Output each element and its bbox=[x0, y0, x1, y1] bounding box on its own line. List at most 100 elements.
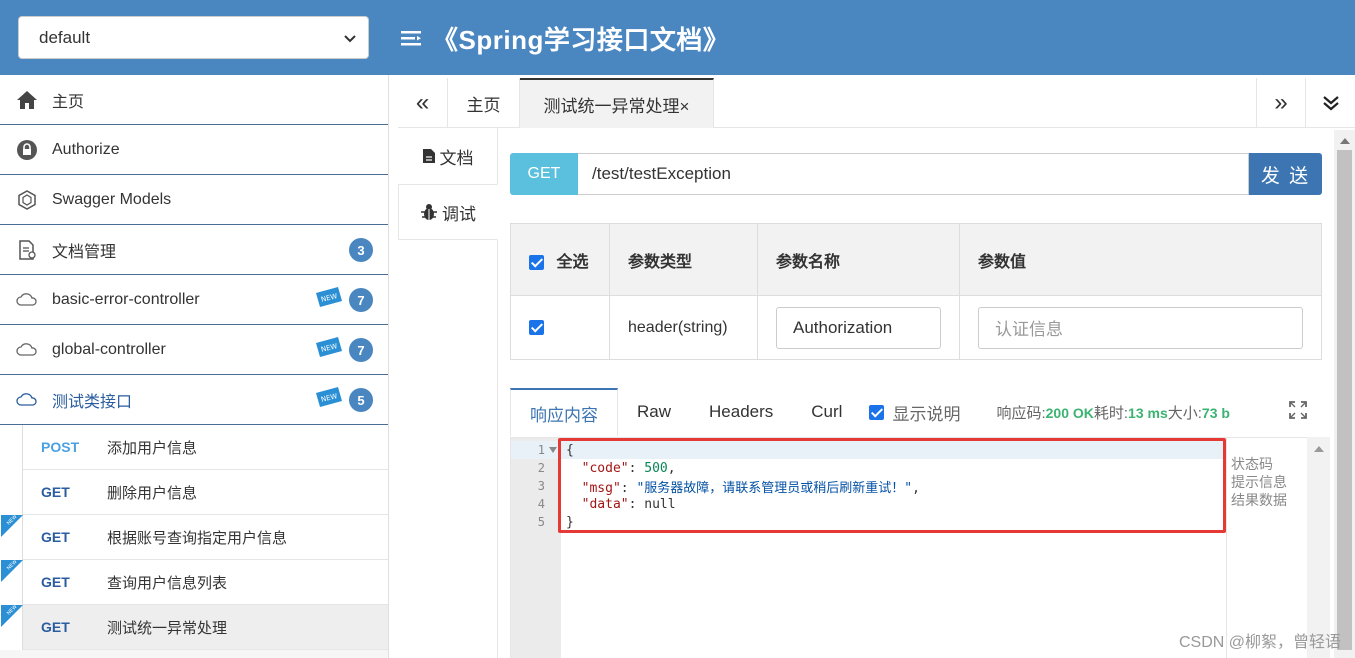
sidebar-item-basic-error-controller[interactable]: basic-error-controller NEW 7 bbox=[0, 275, 388, 325]
sidebar-item-label: Swagger Models bbox=[52, 190, 172, 208]
response-tabs: 响应内容 Raw Headers Curl 显示说明 响应码:200 OK耗时:… bbox=[510, 388, 1330, 436]
group-select[interactable]: default bbox=[18, 16, 369, 59]
watermark-text: CSDN @柳絮，曾轻语 bbox=[1178, 634, 1341, 651]
request-method-tag: GET bbox=[510, 153, 578, 195]
new-corner-icon: NEW bbox=[1, 515, 23, 537]
send-button[interactable]: 发 送 bbox=[1249, 153, 1322, 195]
endpoint-label: 根据账号查询指定用户信息 bbox=[107, 529, 288, 547]
endpoint-label: 添加用户信息 bbox=[107, 439, 198, 457]
param-type-header: 参数类型 bbox=[609, 223, 758, 296]
tab-headers[interactable]: Headers bbox=[690, 388, 792, 436]
new-tag-icon: NEW bbox=[316, 387, 342, 407]
lock-icon bbox=[16, 139, 38, 161]
show-description-checkbox[interactable] bbox=[869, 404, 885, 420]
vtab-debug[interactable]: 调试 bbox=[398, 184, 498, 240]
param-value-header: 参数值 bbox=[959, 223, 1322, 296]
endpoint-item-query-user-list[interactable]: NEW GET 查询用户信息列表 bbox=[1, 560, 388, 605]
vtab-doc[interactable]: 文档 bbox=[398, 128, 497, 184]
endpoint-item-delete-user[interactable]: GET 删除用户信息 bbox=[22, 470, 388, 515]
file-icon bbox=[422, 149, 435, 163]
vtab-label: 文档 bbox=[439, 148, 474, 168]
time-label: 耗时: bbox=[1093, 404, 1129, 422]
status-code-value: 200 OK bbox=[1045, 404, 1094, 421]
tab-curl[interactable]: Curl bbox=[792, 388, 861, 436]
new-tag-icon: NEW bbox=[316, 337, 342, 357]
line-number: 1 bbox=[537, 443, 545, 457]
line-number: 2 bbox=[537, 461, 545, 475]
endpoint-label: 查询用户信息列表 bbox=[107, 574, 228, 592]
double-chevron-down-icon bbox=[1322, 96, 1339, 111]
line-number: 4 bbox=[537, 497, 545, 511]
show-description-toggle[interactable]: 显示说明 bbox=[869, 400, 960, 425]
tab-home[interactable]: 主页 bbox=[448, 78, 520, 128]
double-chevron-left-icon: « bbox=[415, 89, 430, 116]
tab-response-content[interactable]: 响应内容 bbox=[510, 388, 618, 436]
select-all-header[interactable]: 全选 bbox=[510, 223, 610, 296]
status-code-label: 响应码: bbox=[996, 404, 1046, 422]
response-status: 响应码:200 OK耗时:13 ms大小:73 b bbox=[996, 402, 1229, 423]
tab-scroll-right-button[interactable]: » bbox=[1256, 78, 1305, 128]
sidebar-item-authorize[interactable]: Authorize bbox=[0, 125, 388, 175]
tab-more-button[interactable] bbox=[1305, 78, 1355, 128]
sidebar-item-label: 测试类接口 bbox=[52, 393, 133, 411]
tab-label: 主页 bbox=[466, 95, 501, 115]
tab-raw[interactable]: Raw bbox=[618, 388, 690, 436]
select-all-checkbox[interactable] bbox=[529, 254, 544, 270]
param-name-input[interactable]: Authorization bbox=[776, 306, 941, 349]
new-tag-icon: NEW bbox=[316, 287, 342, 307]
method-label: GET bbox=[41, 574, 70, 590]
page-scrollbar[interactable] bbox=[1334, 130, 1355, 658]
row-checkbox[interactable] bbox=[529, 319, 544, 335]
models-icon bbox=[16, 189, 38, 211]
sidebar-item-test-interfaces[interactable]: 测试类接口 NEW 5 bbox=[0, 375, 388, 425]
method-label: GET bbox=[41, 619, 70, 635]
api-cloud-icon bbox=[16, 289, 38, 311]
scroll-up-arrow-icon[interactable] bbox=[1340, 138, 1350, 144]
editor-scrollbar[interactable] bbox=[1307, 437, 1330, 658]
count-badge: 7 bbox=[349, 288, 373, 312]
sidebar-item-label: 文档管理 bbox=[52, 243, 117, 261]
table-row: header(string) Authorization 认证信息 bbox=[510, 295, 1322, 360]
top-header: default 《Spring学习接口文档》 bbox=[0, 0, 1355, 75]
endpoint-label: 测试统一异常处理 bbox=[107, 619, 228, 637]
fullscreen-icon[interactable] bbox=[1288, 400, 1308, 420]
tab-scroll-left-button[interactable]: « bbox=[398, 78, 448, 128]
param-name-cell: Authorization bbox=[757, 295, 960, 360]
show-description-label: 显示说明 bbox=[892, 404, 961, 424]
endpoint-item-test-exception[interactable]: NEW GET 测试统一异常处理 bbox=[1, 605, 388, 650]
scrollbar-thumb[interactable] bbox=[1337, 150, 1352, 650]
row-select-cell bbox=[510, 295, 610, 360]
vtab-label: 调试 bbox=[442, 204, 476, 224]
api-cloud-icon bbox=[16, 339, 38, 361]
new-corner-icon: NEW bbox=[1, 605, 23, 627]
count-badge: 3 bbox=[349, 238, 373, 262]
fold-arrow-icon[interactable] bbox=[549, 447, 557, 453]
menu-toggle-icon[interactable] bbox=[400, 27, 422, 49]
size-label: 大小: bbox=[1167, 404, 1202, 422]
sidebar-item-home[interactable]: 主页 bbox=[0, 75, 388, 125]
double-chevron-right-icon: » bbox=[1274, 89, 1288, 116]
count-badge: 7 bbox=[349, 338, 373, 362]
sub-endpoint-list: POST 添加用户信息 GET 删除用户信息 NEW GET 根据账号查询指定用… bbox=[0, 425, 388, 650]
tab-bar: « 主页 测试统一异常处理× » bbox=[398, 78, 1355, 128]
params-header-row: 全选 参数类型 参数名称 参数值 bbox=[510, 223, 1322, 296]
endpoint-label: 删除用户信息 bbox=[107, 484, 198, 502]
endpoint-item-add-user[interactable]: POST 添加用户信息 bbox=[22, 425, 388, 470]
sidebar-item-doc-management[interactable]: 文档管理 3 bbox=[0, 225, 388, 275]
sidebar-item-global-controller[interactable]: global-controller NEW 7 bbox=[0, 325, 388, 375]
tab-test-exception[interactable]: 测试统一异常处理× bbox=[520, 78, 714, 128]
bug-icon bbox=[421, 204, 437, 220]
sidebar: 主页 Authorize Swagger Models 文档管理 3 basic… bbox=[0, 75, 389, 658]
scroll-up-arrow-icon[interactable] bbox=[1314, 446, 1324, 452]
sidebar-item-swagger-models[interactable]: Swagger Models bbox=[0, 175, 388, 225]
param-value-input[interactable]: 认证信息 bbox=[978, 306, 1303, 349]
sidebar-item-label: basic-error-controller bbox=[52, 290, 200, 308]
chevron-down-icon bbox=[344, 35, 356, 43]
request-url-input[interactable]: /test/testException bbox=[578, 153, 1249, 195]
header-title-area: 《Spring学习接口文档》 bbox=[400, 20, 729, 56]
params-table: 全选 参数类型 参数名称 参数值 header(string) Authoriz… bbox=[510, 223, 1322, 360]
group-select-value: default bbox=[39, 27, 91, 47]
param-name-header: 参数名称 bbox=[757, 223, 960, 296]
time-value: 13 ms bbox=[1128, 404, 1168, 421]
endpoint-item-query-user-by-account[interactable]: NEW GET 根据账号查询指定用户信息 bbox=[1, 515, 388, 560]
